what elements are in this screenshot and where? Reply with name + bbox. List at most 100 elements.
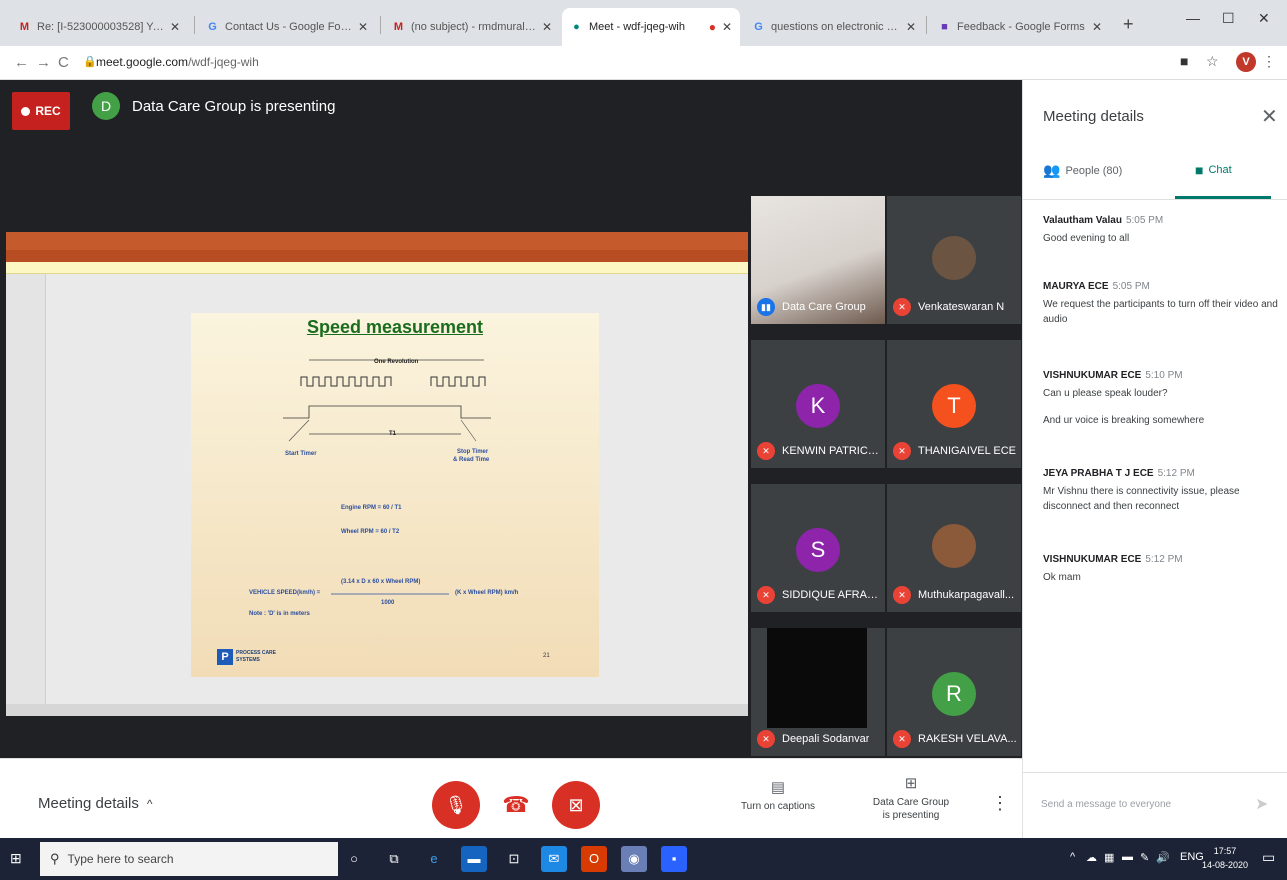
cortana-icon[interactable]: ○ xyxy=(341,846,367,872)
tab-title: Feedback - Google Forms xyxy=(957,21,1085,33)
browser-tab-active[interactable]: ● Meet - wdf-jqeg-wih ● ✕ xyxy=(562,8,740,46)
camera-toggle-button[interactable]: ⊠ xyxy=(552,781,600,829)
mic-toggle-button[interactable]: 🎙 xyxy=(432,781,480,829)
send-icon[interactable]: ➤ xyxy=(1255,794,1268,814)
presenting-button[interactable]: ⊞ Data Care Group is presenting xyxy=(856,776,966,822)
app-icon[interactable]: ▪ xyxy=(661,846,687,872)
browser-tab[interactable]: M (no subject) - rmdmuralidhar ✕ xyxy=(384,8,560,46)
chrome-icon[interactable]: ◉ xyxy=(621,846,647,872)
mic-off-icon: ✕ xyxy=(757,586,775,604)
participant-tile[interactable]: ✕ Deepali Sodanvar xyxy=(751,628,885,756)
tab-people[interactable]: 👥 People (80) xyxy=(1043,162,1122,179)
close-tab-icon[interactable]: ✕ xyxy=(358,20,368,34)
mic-off-icon: ✕ xyxy=(757,442,775,460)
close-tab-icon[interactable]: ✕ xyxy=(906,20,916,34)
minimize-icon[interactable]: — xyxy=(1186,10,1200,26)
menu-icon[interactable]: ⋮ xyxy=(1262,53,1276,70)
mic-off-icon: ✕ xyxy=(893,298,911,316)
participant-avatar: K xyxy=(796,384,840,428)
browser-tab[interactable]: M Re: [I-523000003528] You ✕ xyxy=(10,8,188,46)
chat-input-area: Send a message to everyone ➤ xyxy=(1023,772,1287,838)
browser-tab[interactable]: G questions on electronic con ✕ xyxy=(744,8,924,46)
tray-network-icon[interactable]: ▦ xyxy=(1104,851,1114,864)
participant-tile[interactable]: T ✕ THANIGAIVEL ECE xyxy=(887,340,1021,468)
reload-icon[interactable]: C xyxy=(58,54,69,71)
shared-screen[interactable]: Speed measurement One Revolution T1 Star… xyxy=(6,232,748,716)
captions-button[interactable]: ▤ Turn on captions xyxy=(728,779,828,813)
tray-battery-icon[interactable]: ▬ xyxy=(1122,851,1133,863)
presenter-text: Data Care Group is presenting xyxy=(132,97,336,115)
leave-call-button[interactable]: ☎ xyxy=(492,781,540,829)
message-sender: MAURYA ECE xyxy=(1043,281,1109,292)
office-icon[interactable]: O xyxy=(581,846,607,872)
hang-up-icon: ☎ xyxy=(502,792,530,817)
edge-icon[interactable]: e xyxy=(421,846,447,872)
meeting-details-button[interactable]: Meeting details ^ xyxy=(38,795,153,812)
browser-tab[interactable]: G Contact Us - Google For No ✕ xyxy=(198,8,376,46)
meeting-details-label: Meeting details xyxy=(38,795,139,812)
bookmark-star-icon[interactable]: ☆ xyxy=(1206,53,1219,70)
participant-tile[interactable]: K ✕ KENWIN PATRICK... xyxy=(751,340,885,468)
file-explorer-icon[interactable]: ▬ xyxy=(461,846,487,872)
participant-photo xyxy=(932,236,976,280)
tray-cloud-icon[interactable]: ☁ xyxy=(1086,851,1097,864)
tray-language-icon[interactable]: ENG xyxy=(1180,851,1204,863)
forward-icon[interactable]: → xyxy=(36,54,51,71)
participant-tile[interactable]: ✕ Venkateswaran N xyxy=(887,196,1021,324)
close-tab-icon[interactable]: ✕ xyxy=(1092,20,1102,34)
mic-off-icon: 🎙 xyxy=(444,794,468,815)
tab-chat[interactable]: ■ Chat xyxy=(1195,162,1232,178)
task-view-icon[interactable]: ⧉ xyxy=(381,846,407,872)
close-tab-icon[interactable]: ✕ xyxy=(170,20,180,34)
participant-tile[interactable]: R ✕ RAKESH VELAVA... xyxy=(887,628,1021,756)
new-tab-button[interactable]: + xyxy=(1123,14,1134,35)
mic-off-icon: ✕ xyxy=(893,442,911,460)
back-icon[interactable]: ← xyxy=(14,54,29,71)
store-icon[interactable]: ⊡ xyxy=(501,846,527,872)
clock-time: 17:57 xyxy=(1213,846,1237,856)
mic-off-icon: ✕ xyxy=(893,586,911,604)
profile-avatar[interactable]: V xyxy=(1236,52,1256,72)
tab-title: Contact Us - Google For No xyxy=(225,21,352,33)
meeting-controls: Meeting details ^ 🎙 ☎ ⊠ ▤ Turn on caption… xyxy=(0,758,1022,838)
tray-chevron-icon[interactable]: ^ xyxy=(1070,851,1075,863)
tray-volume-icon[interactable]: 🔊 xyxy=(1156,851,1170,864)
more-options-icon[interactable]: ⋮ xyxy=(991,793,1009,814)
taskbar-search[interactable]: ⚲ Type here to search xyxy=(40,842,338,876)
taskbar-clock[interactable]: 17:57 14-08-2020 xyxy=(1202,844,1248,872)
maximize-icon[interactable]: ☐ xyxy=(1222,10,1235,27)
chat-icon: ■ xyxy=(1195,162,1204,178)
close-tab-icon[interactable]: ✕ xyxy=(542,20,552,34)
browser-tab-bar: M Re: [I-523000003528] You ✕ G Contact U… xyxy=(0,0,1287,46)
tray-pen-icon[interactable]: ✎ xyxy=(1140,851,1149,864)
tab-title: Re: [I-523000003528] You xyxy=(37,21,164,33)
windows-start-icon[interactable]: ⊞ xyxy=(10,850,22,867)
participant-name: SIDDIQUE AFRAA... xyxy=(782,589,882,601)
camera-icon[interactable]: ■ xyxy=(1180,53,1188,69)
close-panel-icon[interactable]: ✕ xyxy=(1261,104,1278,129)
participant-tile[interactable]: ▮▮ Data Care Group xyxy=(751,196,885,324)
read-time-label: & Read Time xyxy=(453,457,490,463)
url-field[interactable]: meet.google.com/wdf-jqeg-wih xyxy=(96,55,259,69)
participant-tile[interactable]: ✕ Muthukarpagavall... xyxy=(887,484,1021,612)
message-time: 5:12 PM xyxy=(1145,554,1183,565)
message-text: Ok mam xyxy=(1043,572,1081,583)
chat-input[interactable]: Send a message to everyone xyxy=(1041,799,1171,810)
window-close-icon[interactable]: ✕ xyxy=(1258,10,1270,27)
participant-tile[interactable]: S ✕ SIDDIQUE AFRAA... xyxy=(751,484,885,612)
message-time: 5:10 PM xyxy=(1145,370,1183,381)
speed-denominator: 1000 xyxy=(381,600,395,606)
participant-name: Muthukarpagavall... xyxy=(918,589,1014,601)
captions-icon: ▤ xyxy=(770,779,786,796)
close-tab-icon[interactable]: ✕ xyxy=(722,20,732,34)
address-bar: ← → C 🔒 meet.google.com/wdf-jqeg-wih ■ ☆… xyxy=(0,46,1287,80)
mail-icon[interactable]: ✉ xyxy=(541,846,567,872)
browser-tab[interactable]: ■ Feedback - Google Forms ✕ xyxy=(930,8,1110,46)
chat-message: VISHNUKUMAR ECE 5:12 PM Ok mam xyxy=(1043,554,1279,585)
ppt-protected-view-bar xyxy=(6,262,748,274)
ppt-title-bar xyxy=(6,232,748,250)
notification-icon[interactable]: ▭ xyxy=(1262,849,1275,866)
presenter-avatar: D xyxy=(92,92,120,120)
meeting-details-panel: Meeting details ✕ 👥 People (80) ■ Chat V… xyxy=(1022,80,1287,838)
one-revolution-label: One Revolution xyxy=(374,359,419,365)
